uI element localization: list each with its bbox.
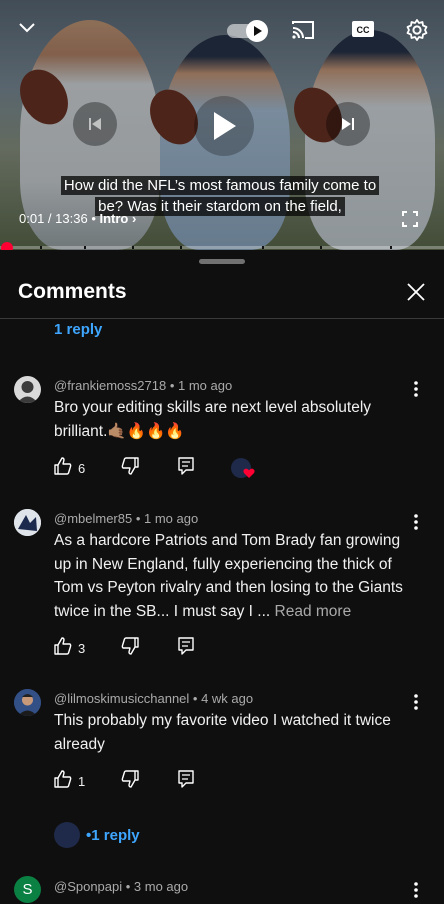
meta-separator: • xyxy=(189,691,202,706)
chapter-marker xyxy=(320,246,322,249)
chapter-marker xyxy=(180,246,182,249)
video-player[interactable]: CC How did the NFL’s most famous family … xyxy=(0,0,444,250)
chapter-marker xyxy=(84,246,86,249)
next-icon[interactable] xyxy=(326,102,370,146)
settings-gear-icon[interactable] xyxy=(404,17,430,43)
chapter-marker xyxy=(132,246,134,249)
dislike-button[interactable] xyxy=(121,456,139,480)
comment-meta: @mbelmer85 • 1 mo ago xyxy=(54,511,198,526)
more-options-icon[interactable] xyxy=(409,881,423,899)
thumbs-up-icon xyxy=(54,636,72,660)
comment-meta: @frankiemoss2718 • 1 mo ago xyxy=(54,378,232,393)
thumbs-down-icon xyxy=(121,769,139,793)
comment-author[interactable]: @Sponpapi xyxy=(54,879,122,894)
creator-avatar xyxy=(54,822,80,848)
comment-actions: 6 xyxy=(54,456,255,480)
thumbs-down-icon xyxy=(121,636,139,660)
chapter-marker xyxy=(390,246,392,249)
like-button[interactable]: 3 xyxy=(54,636,86,660)
chapter-separator: • xyxy=(87,211,100,226)
dislike-button[interactable] xyxy=(121,769,139,793)
thumbs-down-icon xyxy=(121,456,139,480)
time-display: 0:01 / 13:36 • Intro › xyxy=(19,211,136,226)
comment-text: Bro your editing skills are next level a… xyxy=(54,399,372,440)
more-options-icon[interactable] xyxy=(409,693,423,711)
autoplay-toggle[interactable] xyxy=(226,18,272,44)
meta-separator: • xyxy=(122,879,134,894)
reply-button[interactable] xyxy=(177,456,195,480)
meta-separator: • xyxy=(166,378,178,393)
reply-icon xyxy=(177,456,195,480)
meta-separator: • xyxy=(132,511,145,526)
chevron-right-icon: › xyxy=(132,211,137,226)
creator-heart xyxy=(231,458,255,478)
comment-author[interactable]: @mbelmer85 xyxy=(54,511,132,526)
thumbs-up-icon xyxy=(54,456,72,480)
progress-bar[interactable] xyxy=(0,246,444,249)
chapter-marker xyxy=(262,246,264,249)
current-time: 0:01 xyxy=(19,211,45,226)
reply-icon xyxy=(177,769,195,793)
panel-title: Comments xyxy=(18,280,127,303)
scrubber-handle[interactable] xyxy=(1,242,13,250)
comment-age: 1 mo ago xyxy=(177,378,233,393)
comment-actions: 3 xyxy=(54,636,195,660)
cast-icon[interactable] xyxy=(290,18,316,42)
reply-icon xyxy=(177,636,195,660)
svg-text:CC: CC xyxy=(357,25,370,35)
view-replies-link[interactable]: • 1 reply xyxy=(54,822,140,848)
avatar-letter: S xyxy=(22,881,33,898)
chapter-button[interactable]: Intro › xyxy=(99,211,136,226)
chapter-marker xyxy=(40,246,42,249)
comment-author[interactable]: @lilmoskimusicchannel xyxy=(54,691,189,706)
total-time: 13:36 xyxy=(55,211,88,226)
like-count: 1 xyxy=(78,773,86,789)
comment-meta: @Sponpapi • 3 mo ago xyxy=(54,879,188,894)
dislike-button[interactable] xyxy=(121,636,139,660)
comment-actions: 1 xyxy=(54,769,195,793)
like-button[interactable]: 6 xyxy=(54,456,86,480)
replies-count: 1 reply xyxy=(91,826,140,844)
like-button[interactable]: 1 xyxy=(54,769,86,793)
previous-icon[interactable] xyxy=(73,102,117,146)
time-separator: / xyxy=(44,211,56,226)
caption-text: How did the NFL’s most famous family com… xyxy=(60,176,380,216)
comment-age: 3 mo ago xyxy=(133,879,189,894)
comment-text: This probably my favorite video I watche… xyxy=(54,712,391,753)
reply-button[interactable] xyxy=(177,769,195,793)
more-options-icon[interactable] xyxy=(409,513,423,531)
close-icon[interactable] xyxy=(404,280,428,304)
comment-age: 1 mo ago xyxy=(144,511,199,526)
play-icon[interactable] xyxy=(194,96,254,156)
comment-text: As a hardcore Patriots and Tom Brady fan… xyxy=(54,529,416,623)
chevron-down-icon[interactable] xyxy=(14,16,40,40)
thumbs-up-icon xyxy=(54,769,72,793)
chapter-label: Intro xyxy=(99,211,129,226)
like-count: 3 xyxy=(78,640,86,656)
avatar[interactable]: S xyxy=(14,876,41,903)
like-count: 6 xyxy=(78,460,86,476)
comment-author[interactable]: @frankiemoss2718 xyxy=(54,378,166,393)
comment-meta: @lilmoskimusicchannel • 4 wk ago xyxy=(54,691,253,706)
avatar[interactable] xyxy=(14,509,41,536)
view-replies-link[interactable]: 1 reply xyxy=(54,321,102,338)
reply-button[interactable] xyxy=(177,636,195,660)
heart-icon xyxy=(243,466,255,484)
fullscreen-icon[interactable] xyxy=(400,209,420,229)
read-more-link[interactable]: Read more xyxy=(275,603,352,620)
divider xyxy=(0,318,444,319)
avatar[interactable] xyxy=(14,376,41,403)
comment-age: 4 wk ago xyxy=(201,691,254,706)
drag-handle[interactable] xyxy=(199,259,245,264)
more-options-icon[interactable] xyxy=(409,380,423,398)
avatar[interactable] xyxy=(14,689,41,716)
closed-captions-icon[interactable]: CC xyxy=(351,19,375,39)
